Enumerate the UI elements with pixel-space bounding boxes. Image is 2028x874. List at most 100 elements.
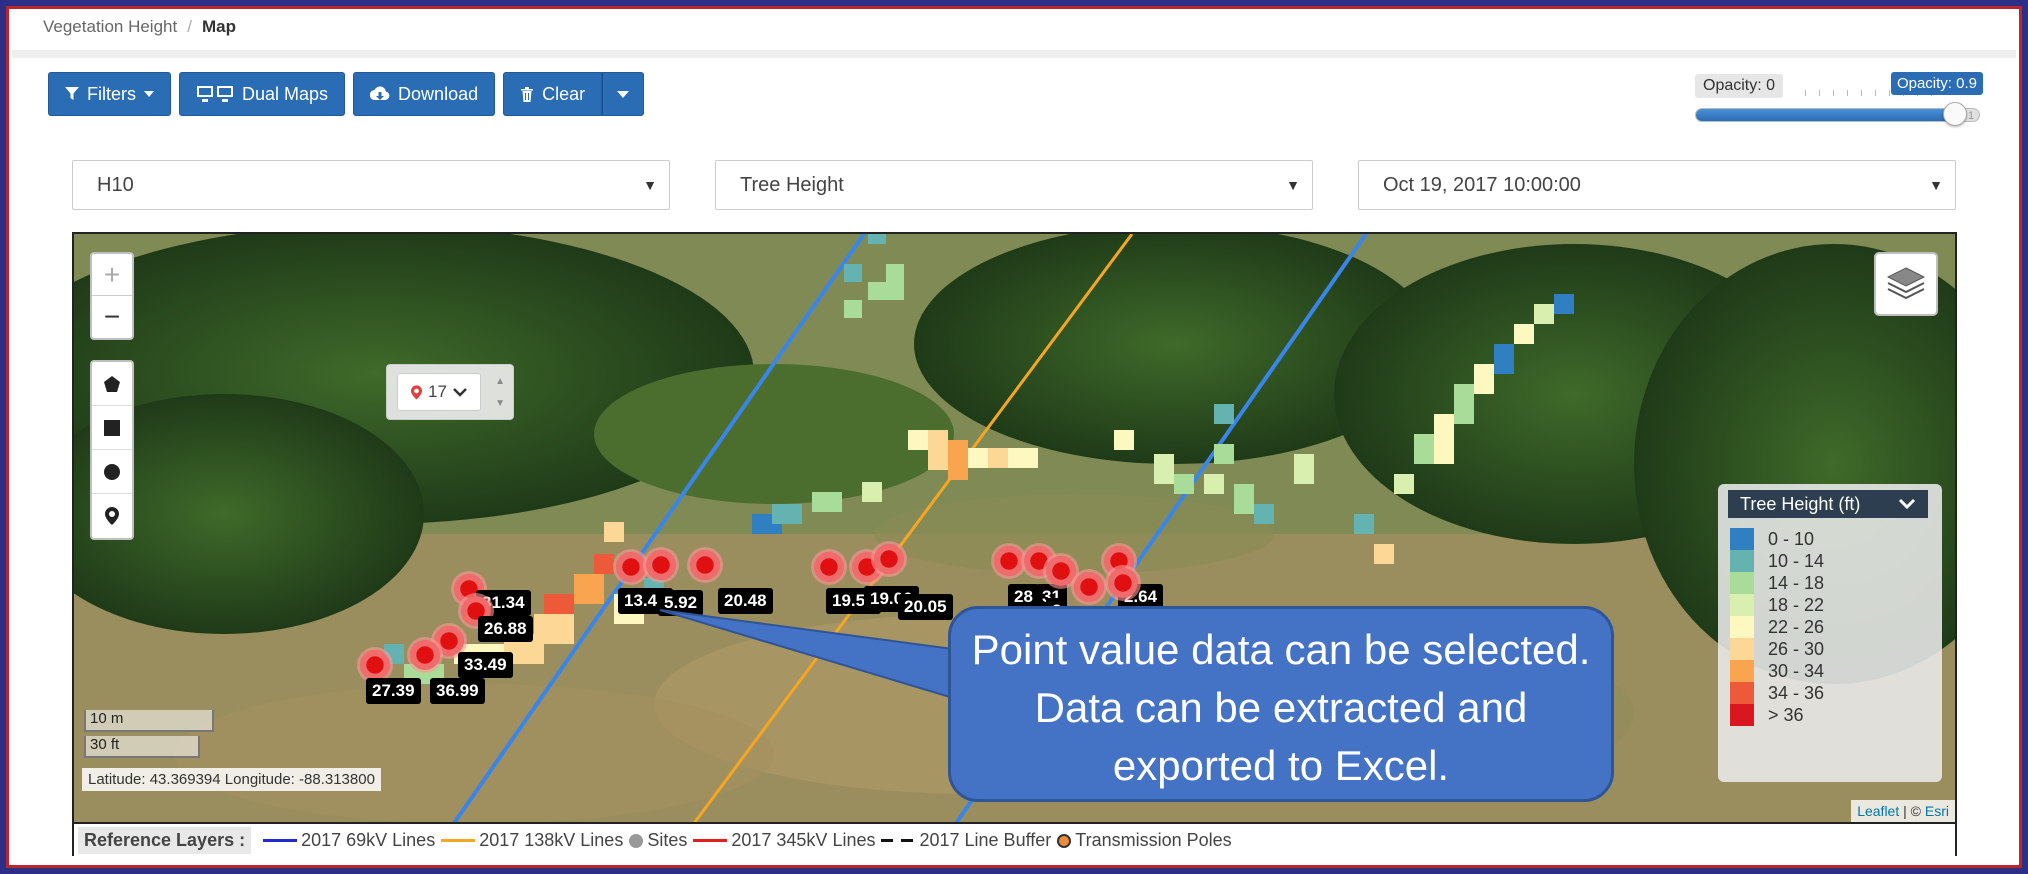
opacity-slider: Opacity: 0 Opacity: 0.9 1 (1695, 72, 1985, 132)
callout-line-3: exported to Excel. (1112, 742, 1450, 789)
map-attribution: Leaflet | © Esri (1851, 800, 1955, 822)
point-marker[interactable] (410, 640, 440, 670)
filters-button[interactable]: Filters (48, 72, 171, 116)
reference-layer-symbol (881, 839, 916, 843)
tree-height-legend: Tree Height (ft) 0 - 10 10 - 14 14 - 18 18 … (1718, 484, 1942, 782)
trash-icon (521, 87, 534, 102)
legend-item: > 36 (1730, 704, 1804, 726)
draw-toolbar (90, 360, 134, 540)
reference-layer-label: 2017 138kV Lines (479, 829, 624, 850)
legend-swatch (1730, 572, 1754, 594)
point-marker[interactable] (994, 546, 1024, 576)
toolbar: Filters Dual Maps Download Clear (48, 72, 645, 116)
datetime-select[interactable]: Oct 19, 2017 10:00:00 ▼ (1358, 160, 1956, 210)
legend-swatch (1730, 616, 1754, 638)
scale-bar-metric: 10 m (84, 710, 214, 732)
point-marker[interactable] (1074, 572, 1104, 602)
reference-layer-symbol (1057, 833, 1072, 848)
breadcrumb-parent[interactable]: Vegetation Height (43, 17, 177, 36)
point-marker[interactable] (1108, 568, 1138, 598)
site-select[interactable]: H10 ▼ (72, 160, 670, 210)
legend-title: Tree Height (ft) (1740, 493, 1861, 514)
opacity-track[interactable] (1695, 108, 1980, 122)
download-label: Download (398, 83, 479, 104)
site-select-value: H10 (97, 174, 134, 196)
clear-button[interactable]: Clear (503, 72, 603, 116)
pin-count-control: 17 ▲ ▼ (386, 364, 514, 420)
point-value-label: 33.49 (458, 652, 513, 678)
draw-marker-button[interactable] (92, 494, 132, 538)
zoom-in-button[interactable]: + (92, 254, 132, 296)
reference-layer-item[interactable]: Transmission Poles (1051, 829, 1232, 850)
pin-count-spinner[interactable]: ▲ ▼ (495, 371, 505, 415)
legend-label: > 36 (1768, 704, 1804, 725)
legend-label: 18 - 22 (1768, 594, 1825, 615)
caret-down-icon (144, 91, 154, 97)
filter-icon (65, 87, 79, 100)
header-divider (12, 50, 2016, 58)
esri-link[interactable]: Esri (1925, 803, 1949, 819)
metric-select[interactable]: Tree Height ▼ (715, 160, 1313, 210)
clear-label: Clear (542, 83, 586, 104)
draw-circle-button[interactable] (92, 450, 132, 494)
reference-layer-item[interactable]: 2017 138kV Lines (435, 830, 623, 850)
point-marker[interactable] (814, 552, 844, 582)
reference-layer-symbol (263, 839, 298, 843)
point-value-label: 27.39 (366, 678, 421, 704)
pin-count-dropdown[interactable]: 17 (397, 373, 481, 411)
point-value-label: 20.05 (898, 594, 953, 620)
reference-layers-items: 2017 69kV Lines 2017 138kV Lines Sites 2017… (257, 830, 1232, 851)
point-marker[interactable] (616, 552, 646, 582)
clear-dropdown-toggle[interactable] (602, 72, 645, 116)
callout-line-2: Data can be extracted and (1034, 684, 1528, 731)
point-marker[interactable] (360, 650, 390, 680)
reference-layer-label: 2017 69kV Lines (301, 829, 436, 850)
scale-bar-imperial: 30 ft (84, 736, 200, 758)
point-value-label: 20.48 (718, 588, 773, 614)
point-marker[interactable] (646, 550, 676, 580)
reference-layer-label: Transmission Poles (1075, 829, 1232, 850)
point-marker[interactable] (690, 550, 720, 580)
reference-layer-item[interactable]: 2017 69kV Lines (257, 830, 435, 850)
dual-maps-button[interactable]: Dual Maps (179, 72, 346, 116)
reference-layer-label: 2017 345kV Lines (731, 829, 876, 850)
dropdown-arrow-icon: ▼ (1929, 177, 1943, 193)
breadcrumb-current: Map (201, 17, 236, 36)
reference-layer-symbol (629, 833, 644, 848)
opacity-current-label: Opacity: 0.9 (1890, 72, 1983, 95)
breadcrumb: Vegetation Height / Map (43, 17, 236, 36)
draw-rectangle-button[interactable] (92, 406, 132, 450)
opacity-handle[interactable] (1942, 102, 1967, 126)
pin-count-value: 17 (428, 382, 447, 401)
reference-layers-title: Reference Layers : (78, 826, 252, 854)
zoom-control: + − (90, 252, 134, 340)
layers-control-button[interactable] (1874, 252, 1938, 316)
layers-icon (1886, 267, 1926, 300)
legend-swatch (1730, 638, 1754, 660)
leaflet-link[interactable]: Leaflet (1857, 803, 1899, 819)
zoom-out-button[interactable]: − (92, 296, 132, 338)
legend-label: 34 - 36 (1768, 682, 1825, 703)
legend-item: 10 - 14 (1730, 550, 1824, 572)
opacity-min-label: Opacity: 0 (1695, 74, 1784, 98)
download-button[interactable]: Download (353, 72, 496, 116)
chevron-down-icon (453, 387, 467, 397)
point-marker[interactable] (1046, 556, 1076, 586)
reference-layer-symbol (693, 839, 728, 843)
reference-layer-item[interactable]: 2017 Line Buffer (875, 830, 1051, 850)
draw-polygon-button[interactable] (92, 362, 132, 406)
legend-title-bar[interactable]: Tree Height (ft) (1728, 490, 1928, 518)
legend-label: 30 - 34 (1768, 660, 1825, 681)
reference-layer-symbol (441, 839, 476, 843)
reference-layer-item[interactable]: Sites (623, 830, 687, 850)
point-value-label: 36.99 (430, 678, 485, 704)
legend-swatch (1730, 550, 1754, 572)
legend-item: 18 - 22 (1730, 594, 1824, 616)
legend-item: 22 - 26 (1730, 616, 1824, 638)
reference-layer-item[interactable]: 2017 345kV Lines (687, 830, 875, 850)
point-marker[interactable] (874, 544, 904, 574)
square-icon (104, 419, 120, 436)
legend-item: 0 - 10 (1730, 528, 1814, 550)
legend-label: 22 - 26 (1768, 616, 1825, 637)
legend-item: 30 - 34 (1730, 660, 1824, 682)
